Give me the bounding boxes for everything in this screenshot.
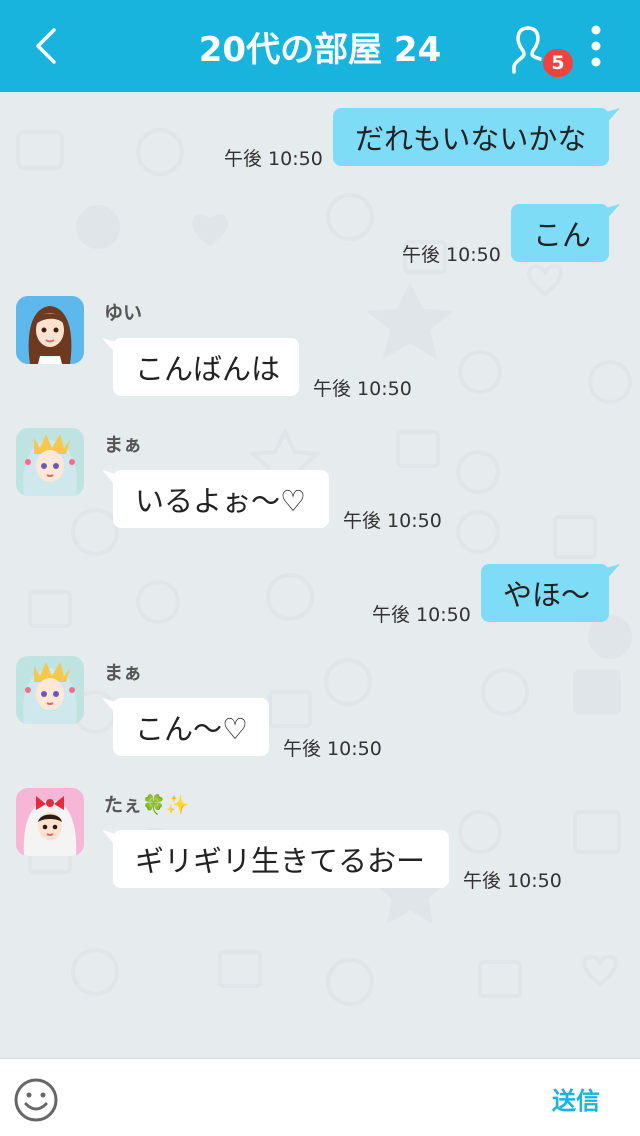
message-text: だれもいないかな: [355, 122, 587, 156]
message-text: やほ〜: [503, 578, 591, 612]
bubble-tail: [102, 470, 116, 486]
room-title: 20代の部屋 24: [198, 29, 442, 70]
sender-name: まぁ: [104, 662, 143, 684]
bubble-tail: [606, 204, 620, 220]
message-input[interactable]: [76, 1071, 536, 1125]
message-time: 午後 10:50: [402, 244, 501, 266]
message-bubble[interactable]: ギリギリ生きてるおー: [113, 830, 449, 888]
send-button[interactable]: 送信: [552, 1081, 600, 1116]
message-time: 午後 10:50: [313, 378, 412, 400]
bubble-tail: [102, 698, 116, 714]
back-chevron-icon[interactable]: [28, 26, 68, 66]
message-time: 午後 10:50: [283, 738, 382, 760]
member-count-badge: 5: [541, 47, 575, 79]
avatar-maa[interactable]: [16, 428, 84, 496]
bubble-tail: [102, 830, 116, 846]
message-input-bar: 送信: [0, 1058, 640, 1136]
message-text: ギリギリ生きてるおー: [135, 844, 426, 878]
avatar-maa[interactable]: [16, 656, 84, 724]
message-bubble[interactable]: やほ〜: [481, 564, 609, 622]
message-text: いるよぉ〜♡: [135, 484, 306, 518]
message-time: 午後 10:50: [224, 148, 323, 170]
message-time: 午後 10:50: [463, 870, 562, 892]
sender-name: たぇ🍀✨: [104, 794, 190, 816]
bubble-tail: [606, 564, 620, 580]
emoji-icon[interactable]: [13, 1077, 59, 1123]
message-bubble[interactable]: こんばんは: [113, 338, 299, 396]
message-bubble[interactable]: だれもいないかな: [333, 108, 609, 166]
avatar-yui[interactable]: [16, 296, 84, 364]
sender-name: まぁ: [104, 434, 143, 456]
message-time: 午後 10:50: [372, 604, 471, 626]
bubble-tail: [606, 108, 620, 124]
message-bubble[interactable]: こん: [511, 204, 609, 262]
message-text: こんばんは: [135, 352, 281, 386]
message-text: こん〜♡: [135, 712, 248, 746]
avatar-tae[interactable]: [16, 788, 84, 856]
message-text: こん: [533, 218, 592, 252]
sender-name: ゆい: [104, 302, 143, 324]
message-time: 午後 10:50: [343, 510, 442, 532]
chat-header: 20代の部屋 24 5: [0, 0, 640, 92]
message-bubble[interactable]: いるよぉ〜♡: [113, 470, 329, 528]
message-bubble[interactable]: こん〜♡: [113, 698, 269, 756]
chat-area[interactable]: 午後 10:50 だれもいないかな 午後 10:50 こん ゆい こんばんは 午…: [0, 92, 640, 1058]
bubble-tail: [102, 338, 116, 354]
more-vertical-icon[interactable]: [584, 24, 608, 68]
